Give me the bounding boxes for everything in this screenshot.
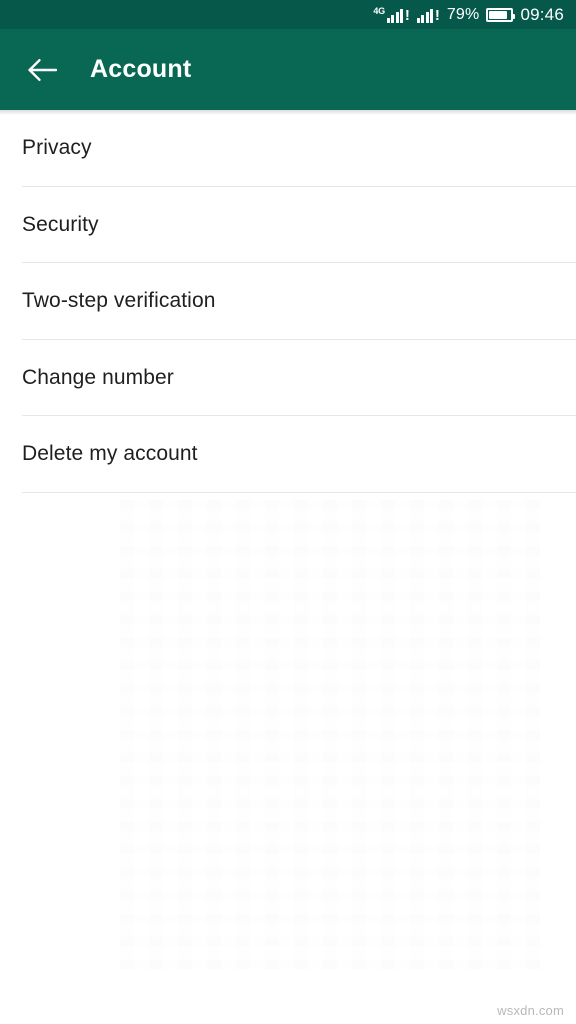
list-item-delete-my-account[interactable]: Delete my account: [0, 416, 576, 493]
sim1-alert-label: !: [404, 7, 410, 24]
list-item-privacy[interactable]: Privacy: [0, 110, 576, 187]
signal-bars-icon: [416, 8, 434, 23]
list-item-change-number[interactable]: Change number: [0, 340, 576, 416]
list-item-label: Delete my account: [22, 442, 198, 466]
clock-label: 09:46: [520, 5, 564, 24]
battery-percent-label: 79%: [446, 5, 480, 23]
list-item-label: Two-step verification: [22, 289, 216, 313]
phone-screen: 4G ! ! 79% 09:46 Account Privacy Securit…: [0, 0, 576, 1024]
back-button[interactable]: [14, 42, 70, 98]
status-bar: 4G ! ! 79% 09:46: [0, 0, 576, 29]
sim2-alert-label: !: [434, 7, 440, 24]
list-item-label: Security: [22, 212, 99, 236]
battery-icon: [486, 7, 516, 22]
list-item-two-step-verification[interactable]: Two-step verification: [0, 263, 576, 340]
account-settings-list: Privacy Security Two-step verification C…: [0, 110, 576, 493]
status-bar-indicators: 4G ! ! 79% 09:46: [373, 6, 564, 23]
arrow-left-icon: [28, 58, 57, 81]
list-item-label: Privacy: [22, 136, 92, 160]
background-texture: [120, 500, 540, 970]
sim1-signal-indicator: 4G !: [373, 6, 410, 24]
signal-bars-icon: [386, 8, 404, 23]
list-item-label: Change number: [22, 365, 174, 389]
sim2-signal-indicator: !: [416, 6, 440, 24]
list-item-security[interactable]: Security: [0, 187, 576, 263]
page-title: Account: [90, 55, 192, 83]
app-bar: Account: [0, 29, 576, 110]
list-divider: [22, 491, 576, 493]
watermark-label: wsxdn.com: [497, 1003, 564, 1018]
network-type-label: 4G: [373, 6, 385, 16]
